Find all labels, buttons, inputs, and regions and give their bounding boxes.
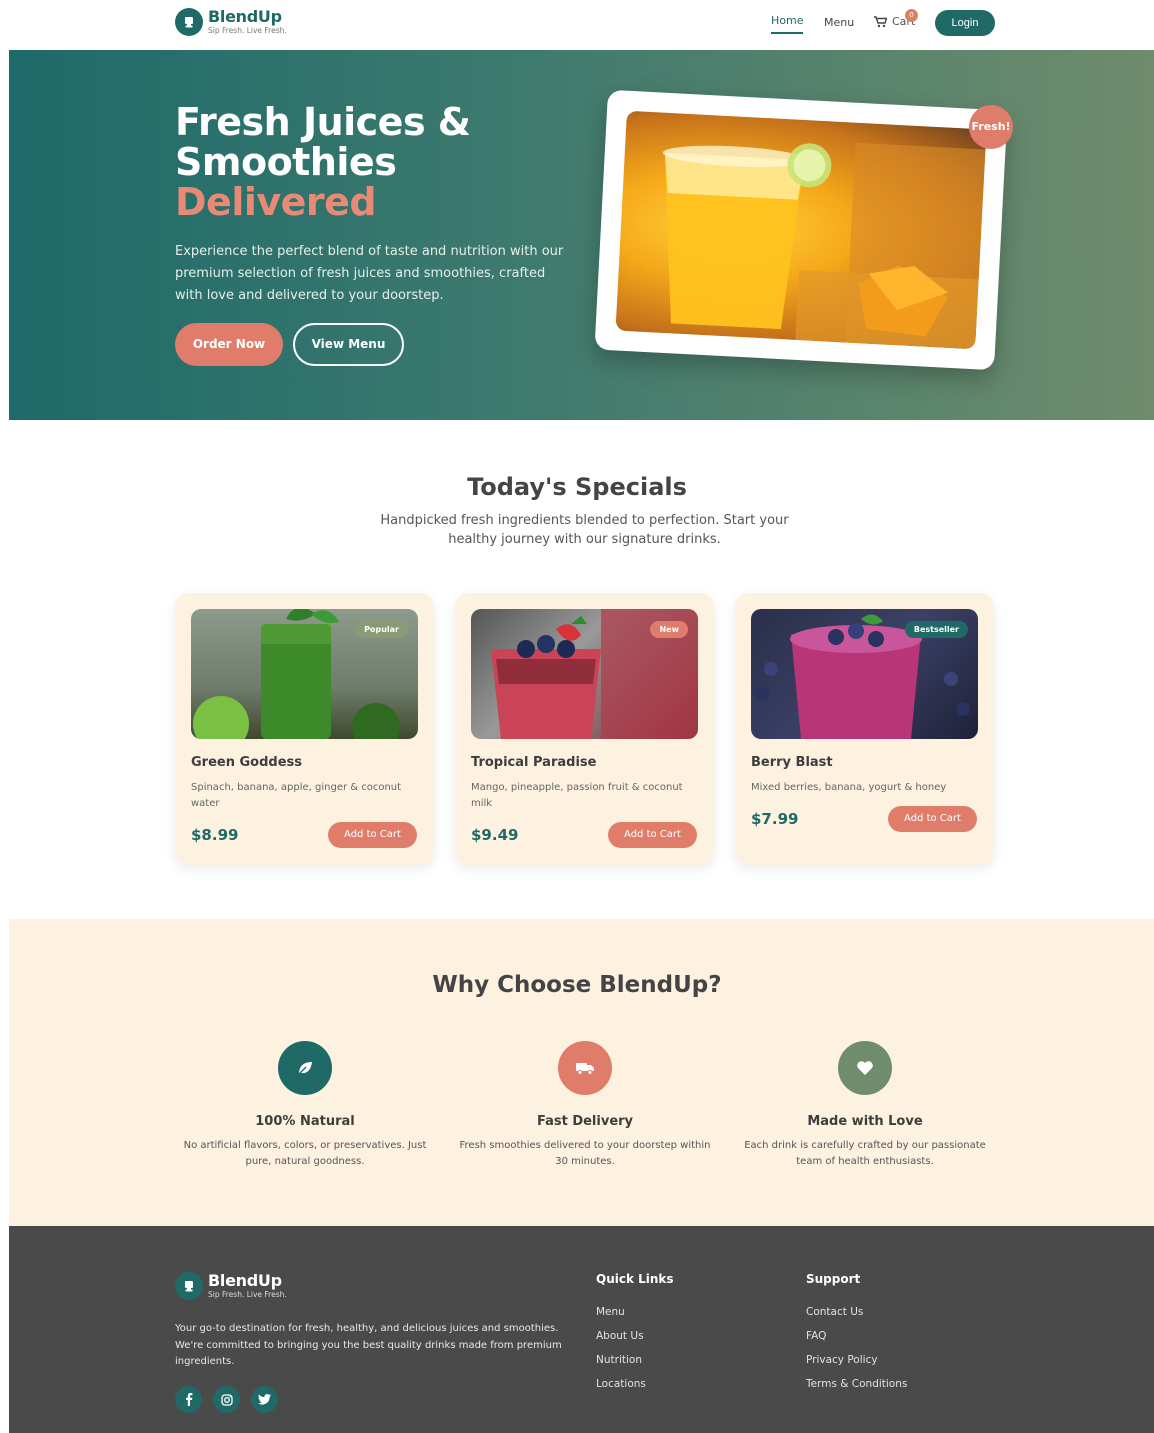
why-choose-title: Why Choose BlendUp?: [432, 972, 722, 998]
footer-link-contact-us[interactable]: Contact Us: [806, 1306, 863, 1318]
footer-brand-tagline: Sip Fresh. Live Fresh.: [208, 1290, 287, 1299]
brand-name: BlendUp: [208, 7, 282, 26]
hero-title-line1: Fresh Juices &: [175, 100, 471, 144]
hero-title: Fresh Juices & Smoothies Delivered: [175, 100, 471, 224]
view-menu-button[interactable]: View Menu: [293, 323, 404, 366]
instagram-icon[interactable]: [213, 1386, 240, 1413]
product-card-tropical-paradise: New Tropical Paradise Mango, pineapple, …: [455, 593, 714, 865]
product-description: Mango, pineapple, passion fruit & coconu…: [471, 782, 683, 809]
nav-home-link[interactable]: Home: [771, 14, 804, 34]
berry-parfait-image: New: [471, 609, 698, 739]
product-card-green-goddess: Popular Green Goddess Spinach, banana, a…: [175, 593, 434, 865]
specials-title: Today's Specials: [467, 473, 687, 501]
green-smoothie-image: Popular: [191, 609, 418, 739]
product-price: $9.49: [471, 826, 519, 844]
feature-natural: 100% Natural No artificial flavors, colo…: [175, 1041, 435, 1170]
orange-juice-image: [615, 110, 987, 350]
heart-icon: [838, 1041, 892, 1095]
footer-link-locations[interactable]: Locations: [596, 1378, 646, 1390]
twitter-icon[interactable]: [251, 1386, 278, 1413]
add-to-cart-button[interactable]: Add to Cart: [608, 822, 697, 848]
hero-description: Experience the perfect blend of taste an…: [175, 244, 564, 303]
berry-smoothie-image: Bestseller: [751, 609, 978, 739]
feature-title: Made with Love: [807, 1114, 923, 1129]
product-name: Tropical Paradise: [471, 755, 597, 770]
feature-love: Made with Love Each drink is carefully c…: [735, 1041, 995, 1170]
nav-cart-link[interactable]: Cart 0: [874, 9, 918, 28]
popular-badge: Popular: [355, 621, 408, 638]
footer-link-menu[interactable]: Menu: [596, 1306, 625, 1318]
truck-icon: [558, 1041, 612, 1095]
site-header: BlendUp Sip Fresh. Live Fresh. Home Menu…: [0, 0, 1154, 50]
new-badge: New: [650, 621, 688, 638]
product-description: Spinach, banana, apple, ginger & coconut…: [191, 782, 402, 809]
product-name: Green Goddess: [191, 755, 303, 770]
feature-title: 100% Natural: [255, 1114, 355, 1129]
feature-delivery: Fast Delivery Fresh smoothies delivered …: [455, 1041, 715, 1170]
brand-tagline: Sip Fresh. Live Fresh.: [208, 26, 287, 35]
footer-link-nutrition[interactable]: Nutrition: [596, 1354, 642, 1366]
footer-brand-text: BlendUp Sip Fresh. Live Fresh.: [208, 1272, 287, 1300]
cart-count-badge: 0: [905, 9, 918, 22]
hero-title-accent: Delivered: [175, 180, 377, 224]
leaf-icon: [278, 1041, 332, 1095]
feature-description: Each drink is carefully crafted by our p…: [744, 1140, 986, 1167]
brand-text: BlendUp Sip Fresh. Live Fresh.: [208, 8, 287, 36]
footer-brand-name: BlendUp: [208, 1271, 282, 1290]
page: BlendUp Sip Fresh. Live Fresh. Home Menu…: [0, 0, 1154, 1433]
quick-links-title: Quick Links: [596, 1272, 674, 1286]
login-button[interactable]: Login: [935, 10, 995, 36]
hero-section: Fresh Juices & Smoothies Delivered Exper…: [9, 50, 1154, 420]
footer-description: Your go-to destination for fresh, health…: [175, 1323, 562, 1367]
blender-icon: [175, 1272, 203, 1300]
footer-link-about-us[interactable]: About Us: [596, 1330, 644, 1342]
bestseller-badge: Bestseller: [904, 621, 968, 638]
order-now-button[interactable]: Order Now: [175, 323, 283, 366]
feature-description: Fresh smoothies delivered to your doorst…: [459, 1140, 711, 1167]
add-to-cart-button[interactable]: Add to Cart: [888, 806, 977, 832]
brand-logo[interactable]: BlendUp Sip Fresh. Live Fresh.: [175, 8, 287, 36]
footer-link-privacy-policy[interactable]: Privacy Policy: [806, 1354, 878, 1366]
product-price: $7.99: [751, 810, 799, 828]
blender-icon: [175, 8, 203, 36]
fresh-badge: Fresh!: [969, 105, 1013, 149]
product-price: $8.99: [191, 826, 239, 844]
footer-link-faq[interactable]: FAQ: [806, 1330, 826, 1342]
support-title: Support: [806, 1272, 861, 1286]
add-to-cart-button[interactable]: Add to Cart: [328, 822, 417, 848]
product-description: Mixed berries, banana, yogurt & honey: [751, 782, 947, 793]
nav-menu-link[interactable]: Menu: [824, 16, 854, 29]
cart-icon: [874, 15, 887, 27]
footer-brand[interactable]: BlendUp Sip Fresh. Live Fresh.: [175, 1272, 287, 1300]
specials-subtitle: Handpicked fresh ingredients blended to …: [380, 513, 789, 547]
footer-link-terms[interactable]: Terms & Conditions: [806, 1378, 907, 1390]
feature-title: Fast Delivery: [536, 1114, 634, 1129]
hero-title-line2: Smoothies: [175, 140, 397, 184]
feature-description: No artificial flavors, colors, or preser…: [183, 1140, 427, 1167]
facebook-icon[interactable]: [175, 1386, 202, 1413]
hero-image-frame: [594, 89, 1008, 371]
product-card-berry-blast: Bestseller Berry Blast Mixed berries, ba…: [735, 593, 994, 865]
product-name: Berry Blast: [751, 755, 833, 770]
